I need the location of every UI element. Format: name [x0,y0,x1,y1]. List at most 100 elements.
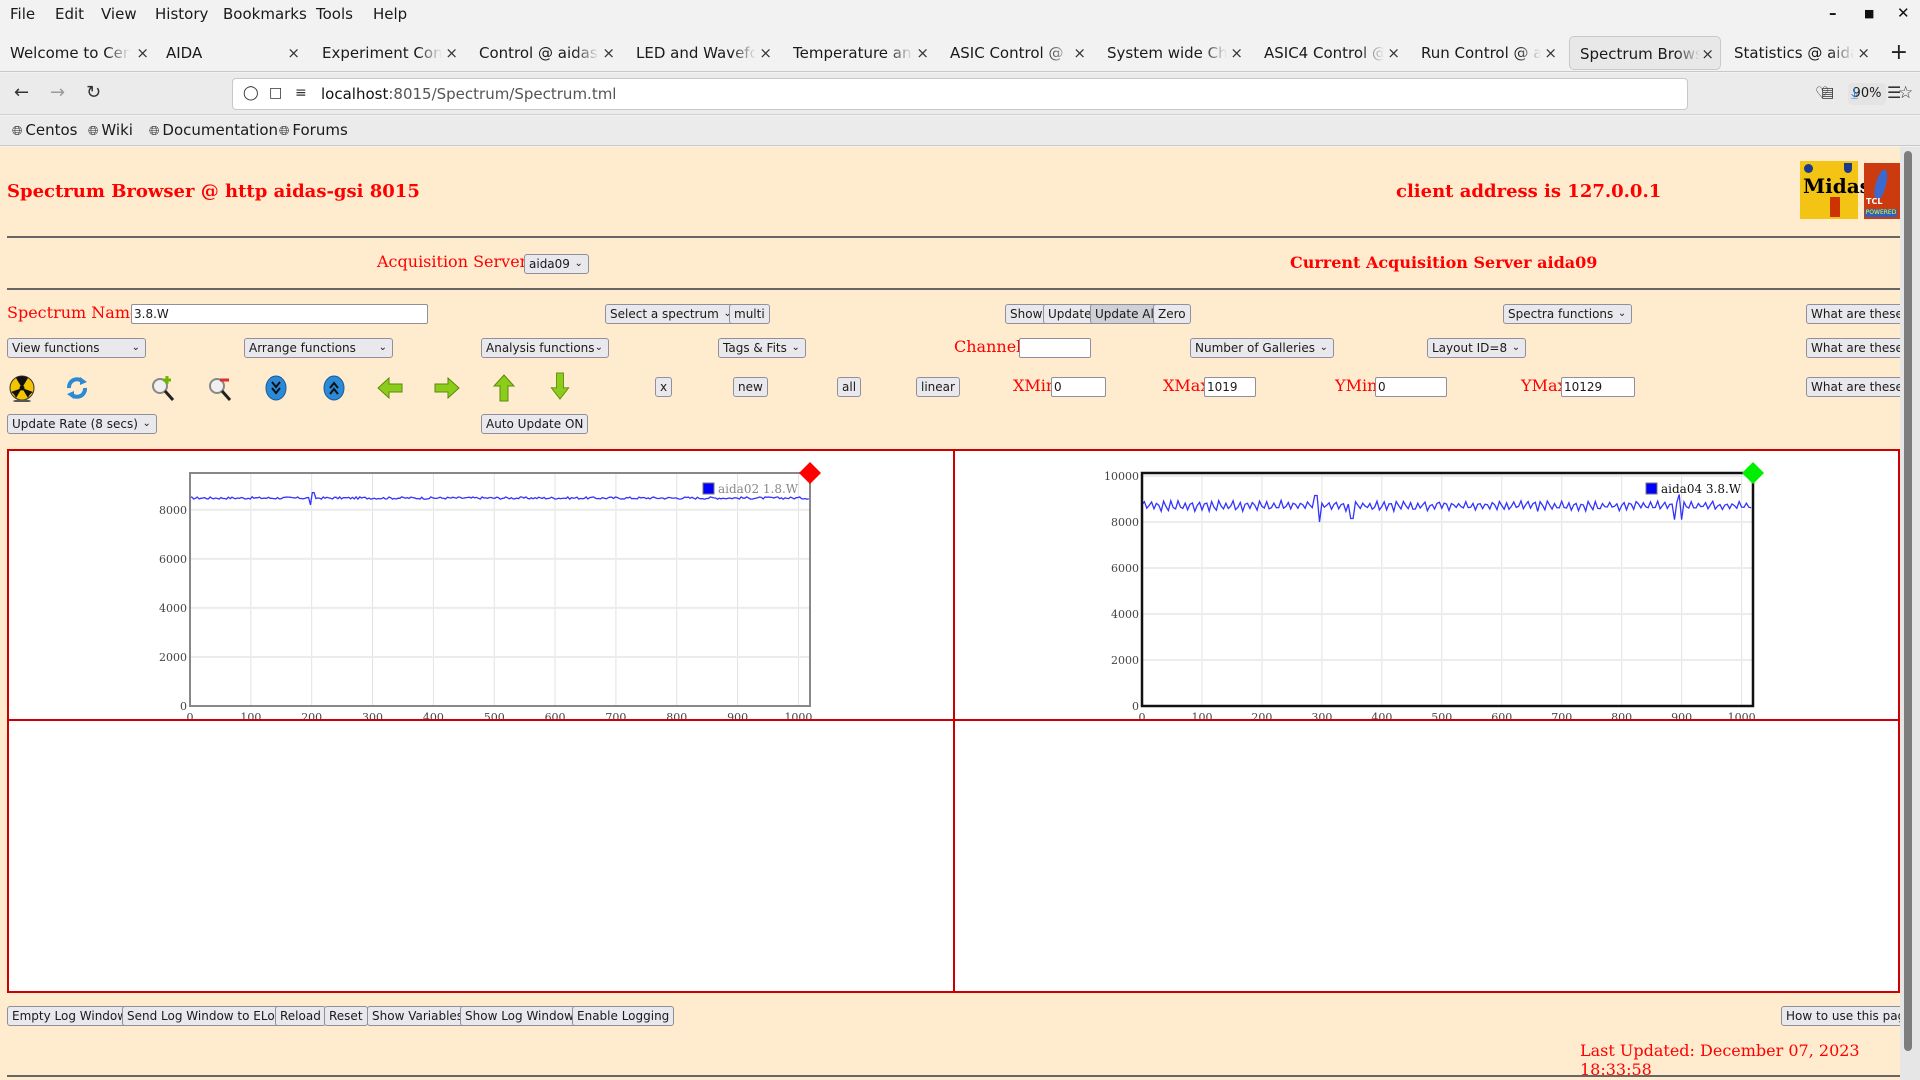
auto-update-button[interactable]: Auto Update ON [481,414,589,434]
menu-edit[interactable]: Edit [55,5,84,23]
arrange-functions-dropdown[interactable]: Arrange functions ⌄ [244,338,393,358]
tab-asic4-control[interactable]: ASIC4 Control @ aidas× [1254,36,1406,70]
what-are-these-button-2[interactable]: What are these? [1806,338,1915,358]
reload-icon[interactable]: ↻ [86,82,101,103]
menu-file[interactable]: File [10,5,35,23]
menu-tools[interactable]: Tools [316,5,353,23]
close-tab-icon[interactable]: × [916,44,929,62]
arrow-down-icon[interactable] [546,372,574,400]
close-tab-icon[interactable]: × [602,44,615,62]
x-button[interactable]: x [655,377,673,397]
refresh-icon[interactable] [63,374,91,402]
tab-statistics[interactable]: Statistics @ aidas-gsi× [1724,36,1876,70]
url-text[interactable]: localhost:8015/Spectrum/Spectrum.tml [321,85,616,103]
bookmark-wiki[interactable]: 🌐︎ Wiki [88,121,133,139]
multi-button[interactable]: multi [729,304,770,324]
show-variables-button[interactable]: Show Variables [367,1006,469,1026]
page-scrollbar[interactable] [1900,147,1920,1080]
new-button[interactable]: new [733,377,768,397]
bookmark-documentation[interactable]: 🌐︎ Documentation [149,121,278,139]
downloads-icon[interactable]: ⤓ [1851,83,1858,103]
url-bar[interactable]: ◯ □ ≡ localhost:8015/Spectrum/Spectrum.t… [232,78,1913,110]
tab-temperature[interactable]: Temperature and status× [783,36,935,70]
menu-help[interactable]: Help [373,5,407,23]
bookmark-centos[interactable]: 🌐︎ Centos [12,121,78,139]
tab-aida[interactable]: AIDA × [156,36,306,70]
what-are-these-button-1[interactable]: What are these? [1806,304,1915,324]
all-button[interactable]: all [837,377,862,397]
acquisition-server-select[interactable]: aida09 ⌄ [524,254,589,274]
spectrum-chart-aida04[interactable]: 0 100 200 300 400 500 600 700 800 900 100002000400… [955,451,1898,724]
close-tab-icon[interactable]: × [1230,44,1243,62]
spectra-functions-dropdown[interactable]: Spectra functions ⌄ [1503,304,1633,324]
tab-welcome[interactable]: Welcome to CentOS× [0,36,155,70]
update-rate-dropdown[interactable]: Update Rate (8 secs) ⌄ [7,414,157,434]
gallery-cell-1[interactable]: 0 100 200 300 400 500 600 700 800 900 1000 0 2000 400… [9,451,955,724]
gallery-cell-3[interactable] [9,721,955,991]
radiation-icon[interactable] [8,374,36,402]
update-all-button[interactable]: Update All [1090,304,1163,324]
close-tab-icon[interactable]: × [1857,44,1870,62]
tab-control[interactable]: Control @ aidas-gsi× [469,36,621,70]
pocket-icon[interactable]: ♡ [1815,83,1829,102]
zoom-out-icon[interactable] [206,374,234,402]
forward-icon[interactable]: → [50,82,65,103]
new-tab-icon[interactable]: + [1890,40,1908,65]
gallery-cell-2[interactable]: 0 100 200 300 400 500 600 700 800 900 1000 0 2000 400… [955,451,1898,724]
xmax-input[interactable]: 1019 [1204,377,1256,397]
close-tab-icon[interactable]: × [445,44,458,62]
shield-icon[interactable]: ◯ [243,85,259,101]
tab-system-checks[interactable]: System wide Checks× [1097,36,1249,70]
zoom-in-icon[interactable] [149,374,177,402]
maximize-icon[interactable]: ■ [1864,7,1874,20]
close-tab-icon[interactable]: × [136,44,149,62]
analysis-functions-dropdown[interactable]: Analysis functions ⌄ [481,338,609,358]
close-tab-icon[interactable]: × [1544,44,1557,62]
what-are-these-button-3[interactable]: What are these? [1806,377,1915,397]
tags-fits-dropdown[interactable]: Tags & Fits ⌄ [718,338,806,358]
linear-button[interactable]: linear [916,377,960,397]
number-of-galleries-dropdown[interactable]: Number of Galleries ⌄ [1190,338,1335,358]
close-tab-icon[interactable]: × [287,44,300,62]
spectrum-name-input[interactable]: 3.8.W [131,304,428,324]
spectrum-chart-aida02[interactable]: 0 100 200 300 400 500 600 700 800 900 1000 0 2000 400… [9,451,953,724]
expand-down-icon[interactable] [262,374,290,402]
send-log-to-elog-button[interactable]: Send Log Window to ELog [122,1006,288,1026]
arrow-left-icon[interactable] [376,374,404,402]
back-icon[interactable]: ← [14,82,29,103]
menu-view[interactable]: View [101,5,137,23]
xmin-input[interactable]: 0 [1051,377,1106,397]
zero-button[interactable]: Zero [1153,304,1191,324]
app-menu-icon[interactable]: ☰ [1887,83,1901,102]
how-to-use-button[interactable]: How to use this page [1781,1006,1918,1026]
reset-button[interactable]: Reset [324,1006,368,1026]
enable-logging-button[interactable]: Enable Logging [572,1006,675,1026]
view-functions-dropdown[interactable]: View functions ⌄ [7,338,146,358]
close-tab-icon[interactable]: × [1387,44,1400,62]
expand-up-icon[interactable] [320,374,348,402]
arrow-up-icon[interactable] [490,374,518,402]
menu-bookmarks[interactable]: Bookmarks [223,5,307,23]
update-button[interactable]: Update [1043,304,1097,324]
show-button[interactable]: Show [1005,304,1048,324]
tab-led-waveform[interactable]: LED and Waveform× [626,36,778,70]
ymin-input[interactable]: 0 [1375,377,1447,397]
close-window-icon[interactable]: ✕ [1897,4,1910,22]
layout-id-dropdown[interactable]: Layout ID=8 ⌄ [1427,338,1527,358]
tab-experiment-control[interactable]: Experiment Control× [312,36,464,70]
tab-spectrum-browser[interactable]: Spectrum Browser× [1569,36,1721,70]
tab-asic-control[interactable]: ASIC Control @ aidas× [940,36,1092,70]
close-tab-icon[interactable]: × [759,44,772,62]
arrow-right-icon[interactable] [433,374,461,402]
tab-run-control[interactable]: Run Control @ aidas× [1411,36,1563,70]
empty-log-window-button[interactable]: Empty Log Window [7,1006,133,1026]
minimize-icon[interactable]: – [1829,4,1837,22]
ymax-input[interactable]: 10129 [1561,377,1635,397]
channel-input[interactable] [1019,338,1091,358]
permissions-icon[interactable]: ≡ [295,85,307,101]
close-tab-icon[interactable]: × [1701,45,1714,63]
gallery-cell-4[interactable] [955,721,1898,991]
select-spectrum-dropdown[interactable]: Select a spectrum ⌄ [605,304,738,324]
scrollbar-thumb[interactable] [1904,151,1912,1051]
bookmark-forums[interactable]: 🌐︎ Forums [279,121,348,139]
